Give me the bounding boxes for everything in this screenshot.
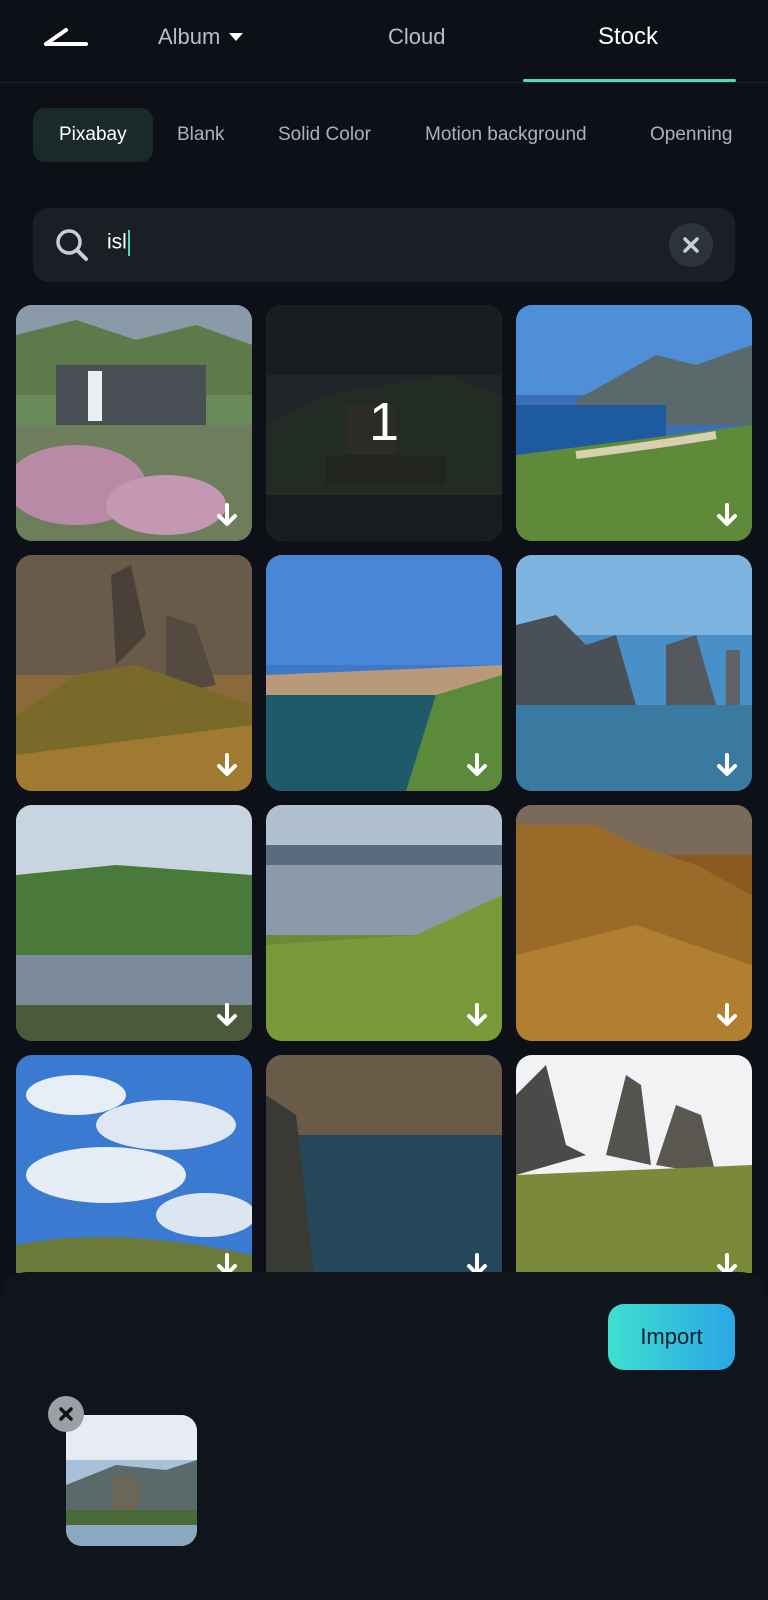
category-chips: Pixabay Blank Solid Color Motion backgro… <box>0 108 768 164</box>
text-caret <box>127 230 130 256</box>
download-icon[interactable] <box>212 1251 242 1273</box>
download-icon[interactable] <box>212 501 242 531</box>
result-tile-rock-pinnacles[interactable] <box>16 555 252 791</box>
chip-motion-background[interactable]: Motion background <box>425 108 587 162</box>
tab-stock[interactable]: Stock <box>598 23 658 51</box>
search-icon <box>56 229 88 261</box>
stock-results-grid: 1 <box>16 305 752 1273</box>
download-icon[interactable] <box>212 751 242 781</box>
selected-castle-image <box>66 1415 197 1546</box>
selection-sheet: Import <box>0 1272 768 1600</box>
remove-selection-button[interactable] <box>48 1396 84 1432</box>
dusk-shore-image <box>266 1055 502 1273</box>
selected-thumbnail[interactable] <box>66 1415 197 1546</box>
download-icon[interactable] <box>462 1001 492 1031</box>
chip-pixabay[interactable]: Pixabay <box>33 108 153 162</box>
close-icon <box>59 1407 73 1421</box>
import-button[interactable]: Import <box>608 1304 735 1370</box>
download-icon[interactable] <box>712 751 742 781</box>
tab-album-label: Album <box>158 24 221 49</box>
download-icon[interactable] <box>462 1251 492 1273</box>
chip-solid-color[interactable]: Solid Color <box>278 108 371 162</box>
download-icon[interactable] <box>712 501 742 531</box>
result-tile-waterfall[interactable] <box>16 305 252 541</box>
caret-down-icon <box>229 33 244 41</box>
download-icon[interactable] <box>712 1001 742 1031</box>
result-tile-dusk-shore[interactable] <box>266 1055 502 1273</box>
result-tile-cloudy-sky[interactable] <box>16 1055 252 1273</box>
clear-icon <box>683 237 699 253</box>
active-tab-indicator <box>523 79 736 82</box>
clear-search-button[interactable] <box>669 223 713 267</box>
back-arrow-icon[interactable] <box>40 22 90 52</box>
result-tile-coast-bay[interactable] <box>516 305 752 541</box>
chip-openning[interactable]: Openning <box>650 108 732 162</box>
result-tile-cliffs-bay[interactable] <box>266 555 502 791</box>
result-tile-loch-meadow[interactable] <box>266 805 502 1041</box>
search-input[interactable]: isl <box>107 230 130 256</box>
result-tile-castle-selected[interactable]: 1 <box>266 305 502 541</box>
result-tile-sea-stacks[interactable] <box>516 555 752 791</box>
download-icon[interactable] <box>712 1251 742 1273</box>
cloudy-sky-image <box>16 1055 252 1273</box>
search-bar[interactable]: isl <box>33 208 735 282</box>
tab-cloud[interactable]: Cloud <box>388 24 445 50</box>
chip-blank[interactable]: Blank <box>177 108 225 162</box>
selection-order-badge: 1 <box>368 392 400 452</box>
result-tile-rock-spires[interactable] <box>516 1055 752 1273</box>
rock-spires-image <box>516 1055 752 1273</box>
result-tile-golden-hills[interactable] <box>516 805 752 1041</box>
search-input-value: isl <box>107 230 127 254</box>
top-bar: Album Cloud Stock <box>0 0 768 83</box>
tab-album[interactable]: Album <box>158 24 244 50</box>
download-icon[interactable] <box>462 751 492 781</box>
result-tile-harbour-village[interactable] <box>16 805 252 1041</box>
download-icon[interactable] <box>212 1001 242 1031</box>
